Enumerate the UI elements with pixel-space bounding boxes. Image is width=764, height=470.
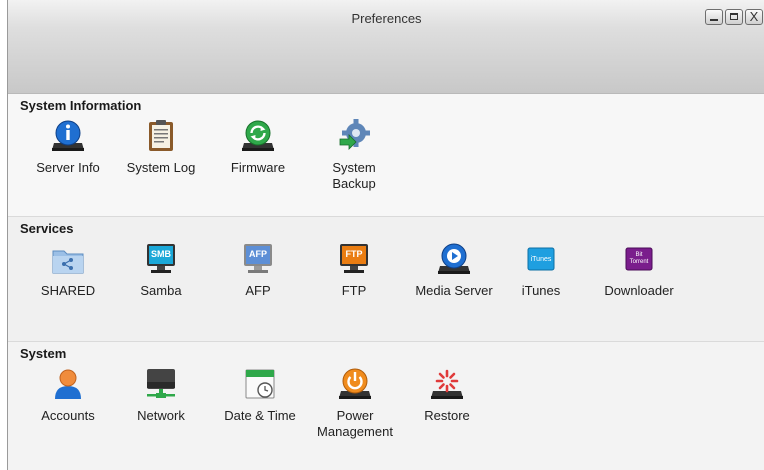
firmware-item[interactable]: Firmware: [216, 119, 300, 176]
item-label: Accounts: [41, 408, 95, 423]
item-label: System Backup: [332, 160, 376, 191]
item-label: Media Server: [415, 283, 493, 298]
restore-icon: [430, 367, 464, 401]
power-management-item[interactable]: Power Management: [310, 367, 400, 440]
window-title: Preferences: [351, 11, 422, 26]
samba-item[interactable]: SMB Samba: [119, 242, 203, 299]
close-button[interactable]: X: [745, 9, 763, 25]
ftp-monitor-icon: FTP: [337, 242, 371, 276]
afp-monitor-icon: AFP: [241, 242, 275, 276]
system-backup-item[interactable]: System Backup: [312, 119, 396, 192]
server-info-item[interactable]: Server Info: [26, 119, 110, 176]
shared-folder-icon: [51, 242, 85, 276]
itunes-item[interactable]: iTunes iTunes: [499, 242, 583, 299]
item-label: Downloader: [604, 283, 674, 298]
shared-item[interactable]: SHARED: [26, 242, 110, 299]
media-server-item[interactable]: Media Server: [409, 242, 499, 299]
window-titlebar[interactable]: Preferences X: [8, 0, 764, 94]
item-label: iTunes: [521, 283, 561, 298]
section-system-information: System Information Server Info System Lo…: [8, 94, 764, 217]
calendar-clock-icon: [243, 367, 277, 401]
section-title: System Information: [20, 98, 142, 113]
itunes-icon: iTunes: [524, 242, 558, 276]
network-drive-icon: [144, 367, 178, 401]
minimize-icon: [710, 19, 718, 21]
item-label: Network: [137, 408, 185, 423]
accounts-item[interactable]: Accounts: [26, 367, 110, 424]
afp-item[interactable]: AFP AFP: [216, 242, 300, 299]
item-label: Date & Time: [224, 408, 296, 423]
date-time-item[interactable]: Date & Time: [216, 367, 304, 424]
power-icon: [338, 367, 372, 401]
clipboard-icon: [144, 119, 178, 153]
item-label: Restore: [424, 408, 470, 423]
refresh-drive-icon: [241, 119, 275, 153]
item-label: FTP: [341, 283, 367, 298]
bittorrent-icon: Bit Torrent: [622, 242, 656, 276]
smb-badge: SMB: [151, 249, 171, 259]
item-label: Power Management: [317, 408, 393, 439]
downloader-item[interactable]: Bit Torrent Downloader: [593, 242, 685, 299]
section-title: Services: [20, 221, 74, 236]
section-system: System Accounts Network Date & Time Powe…: [8, 342, 764, 470]
ftp-item[interactable]: FTP FTP: [312, 242, 396, 299]
close-icon: X: [749, 9, 759, 24]
user-icon: [51, 367, 85, 401]
item-label: SHARED: [40, 283, 96, 298]
minimize-button[interactable]: [705, 9, 723, 25]
network-item[interactable]: Network: [119, 367, 203, 424]
itunes-badge: iTunes: [530, 256, 552, 263]
item-label: Samba: [140, 283, 182, 298]
smb-monitor-icon: SMB: [144, 242, 178, 276]
restore-item[interactable]: Restore: [405, 367, 489, 424]
maximize-icon: [730, 13, 738, 20]
item-label: System Log: [126, 160, 196, 175]
section-title: System: [20, 346, 67, 361]
ftp-badge: FTP: [345, 249, 363, 259]
item-label: Firmware: [230, 160, 286, 175]
media-play-icon: [437, 242, 471, 276]
info-icon: [51, 119, 85, 153]
section-services: Services SHARED SMB Samba AFP AFP FTP FT…: [8, 217, 764, 342]
item-label: Server Info: [36, 160, 100, 175]
afp-badge: AFP: [249, 249, 267, 259]
gear-backup-icon: [337, 119, 371, 153]
preferences-window: Preferences X System Information Server …: [7, 0, 764, 470]
bittorrent-badge: Bit Torrent: [629, 252, 649, 265]
system-log-item[interactable]: System Log: [119, 119, 203, 176]
maximize-button[interactable]: [725, 9, 743, 25]
item-label: AFP: [245, 283, 271, 298]
window-controls: X: [705, 9, 763, 25]
